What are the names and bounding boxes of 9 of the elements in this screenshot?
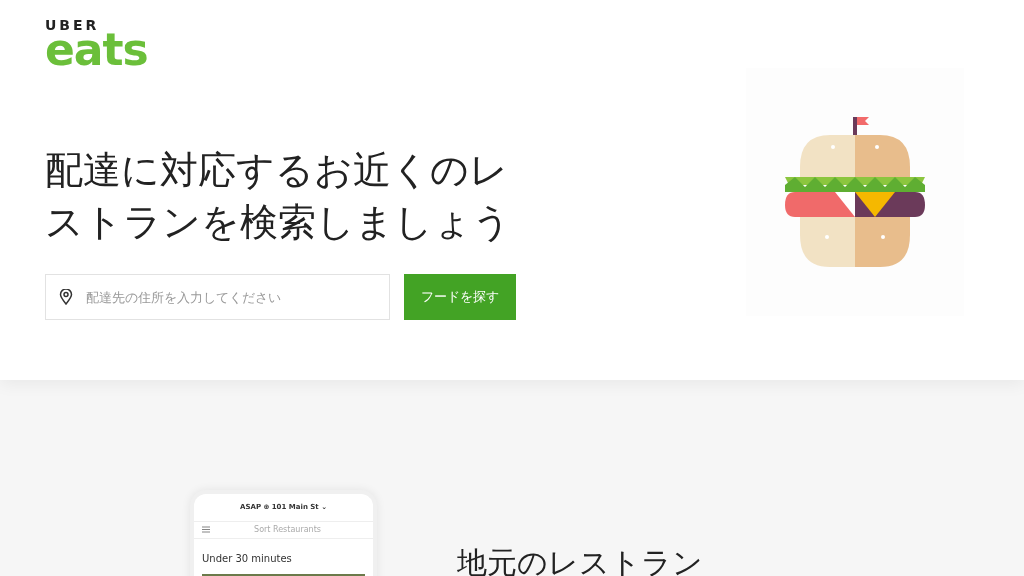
address-field[interactable]: 配達先の住所を入力してください [45, 274, 390, 320]
location-pin-icon [59, 289, 73, 305]
hero-heading: 配達に対応するお近くのレストランを検索しましょう [45, 147, 512, 246]
sliders-icon[interactable] [202, 526, 210, 533]
section-title: Under 30 minutes [201, 551, 293, 566]
logo-wordmark: UBER [45, 18, 100, 32]
find-food-button[interactable]: フードを探す [404, 274, 516, 320]
sort-restaurants-label[interactable]: Sort Restaurants [210, 523, 365, 536]
section-heading: 地元のレストラン [457, 544, 703, 576]
